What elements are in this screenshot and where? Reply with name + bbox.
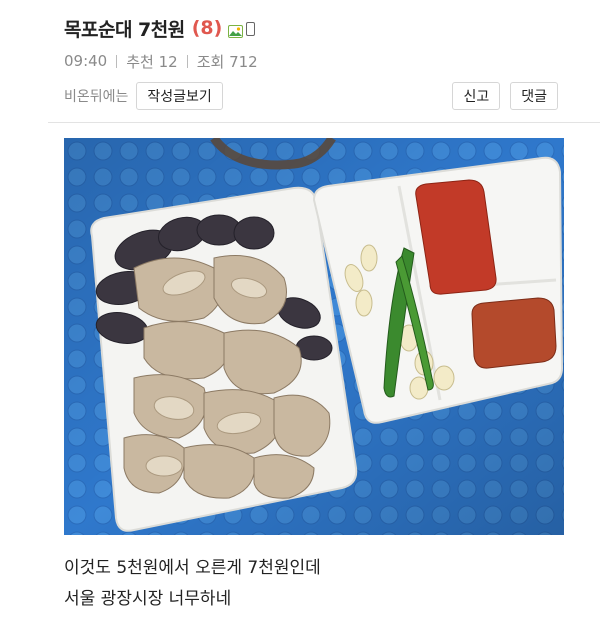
comment-count[interactable]: (8) xyxy=(192,17,223,39)
meta-divider xyxy=(116,54,118,68)
title-row: 목포순대 7천원 (8) xyxy=(64,14,256,42)
recommend-count: 추천 12 xyxy=(126,52,178,71)
post-actions: 신고 댓글 xyxy=(452,82,558,110)
header-divider xyxy=(48,122,600,123)
comment-button[interactable]: 댓글 xyxy=(510,82,558,110)
image-icon xyxy=(228,23,244,38)
post-body: 이것도 5천원에서 오른게 7천원인데 서울 광장시장 너무하네 xyxy=(64,553,321,615)
view-count: 조회 712 xyxy=(196,52,258,71)
caption-line: 서울 광장시장 너무하네 xyxy=(64,589,232,609)
view-posts-button[interactable]: 작성글보기 xyxy=(136,82,223,110)
post-photo[interactable] xyxy=(64,138,564,535)
mobile-icon xyxy=(246,22,256,36)
post-title: 목포순대 7천원 xyxy=(64,18,185,41)
post-header: 목포순대 7천원 (8) 09:40 추천 12 조회 712 비온뒤에는 작성… xyxy=(0,0,600,122)
author-row: 비온뒤에는 작성글보기 xyxy=(64,82,223,110)
report-button[interactable]: 신고 xyxy=(452,82,501,110)
meta-divider xyxy=(186,54,188,68)
post-meta: 09:40 추천 12 조회 712 xyxy=(64,50,258,72)
author-nickname[interactable]: 비온뒤에는 xyxy=(64,86,128,106)
caption-line: 이것도 5천원에서 오른게 7천원인데 xyxy=(64,558,321,578)
post-time: 09:40 xyxy=(64,52,108,70)
